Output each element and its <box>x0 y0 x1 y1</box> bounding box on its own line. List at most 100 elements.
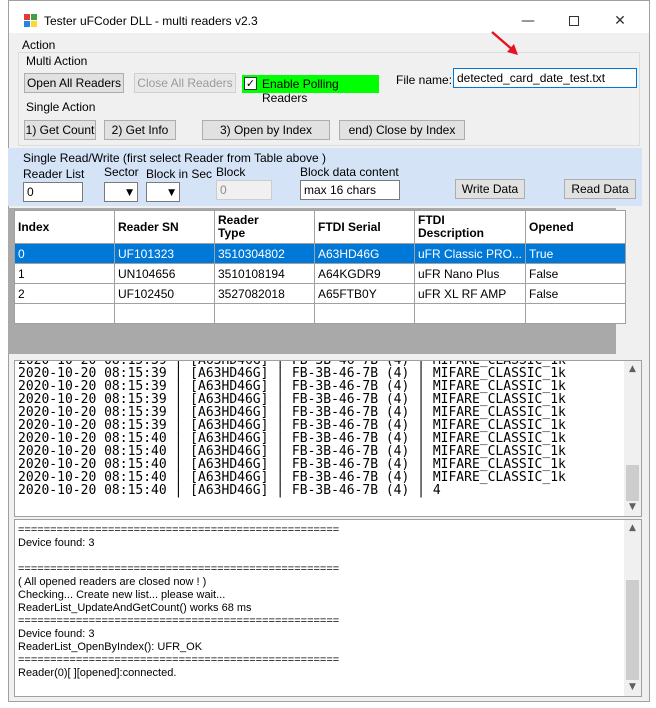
file-name-input[interactable]: detected_card_date_test.txt <box>453 68 637 88</box>
close-all-readers-button[interactable]: Close All Readers <box>134 73 236 93</box>
table-cell[interactable]: 0 <box>14 243 115 264</box>
scroll-thumb[interactable] <box>626 580 639 680</box>
column-header[interactable]: FTDI Description <box>413 210 527 244</box>
table-cell[interactable]: uFR Classic PRO... <box>413 243 527 264</box>
action-group-label: Action <box>22 38 56 52</box>
window-title: Tester uFCoder DLL - multi readers v2.3 <box>44 14 258 28</box>
chevron-down-icon: ▼ <box>168 188 175 198</box>
table-cell[interactable] <box>525 303 627 324</box>
block-input[interactable]: 0 <box>216 180 272 200</box>
table-row[interactable]: 2 UF102450 3527082018 A65FTB0Y uFR XL RF AMP… <box>14 283 627 304</box>
log-line: ( All opened readers are closed now ! ) <box>18 576 207 588</box>
column-header-label: Opened <box>529 219 574 234</box>
column-header[interactable]: Reader SN <box>114 210 215 244</box>
block-in-sec-select[interactable]: ▼ <box>146 182 180 202</box>
table-cell[interactable] <box>314 303 415 324</box>
reader-list-input[interactable]: 0 <box>23 182 83 202</box>
maximize-button[interactable] <box>551 9 597 33</box>
scroll-up-icon[interactable]: ▲ <box>624 520 641 537</box>
table-row[interactable] <box>14 303 627 324</box>
column-header-label: FTDI Serial <box>318 219 381 234</box>
maximize-icon <box>569 16 579 26</box>
column-header-label: Reader SN <box>118 219 179 234</box>
table-cell[interactable]: False <box>525 263 627 284</box>
red-arrow-icon <box>491 31 518 55</box>
read-write-title: Single Read/Write (first select Reader f… <box>23 151 327 165</box>
enable-polling-checkbox[interactable]: ✓ Enable Polling Readers <box>242 75 379 105</box>
log-line: 2020-10-20 08:15:40 | [A63HD46G] | FB-3B… <box>18 483 441 498</box>
checkbox-check-icon: ✓ <box>244 77 257 90</box>
column-header[interactable]: Index <box>14 210 115 244</box>
log-line: ReaderList_UpdateAndGetCount() works 68 … <box>18 602 252 614</box>
block-data-input[interactable]: max 16 chars <box>300 180 400 200</box>
sector-label: Sector <box>104 165 139 179</box>
table-cell[interactable]: A63HD46G <box>314 243 415 264</box>
enable-polling-label: Enable Polling Readers <box>262 77 339 105</box>
log-line: ========================================… <box>18 654 340 666</box>
table-cell[interactable]: uFR Nano Plus <box>413 263 527 284</box>
table-cell[interactable]: uFR XL RF AMP <box>413 283 527 304</box>
file-name-label: File name: <box>396 73 453 87</box>
column-header[interactable]: Opened <box>525 210 627 244</box>
block-label: Block <box>216 165 246 179</box>
sector-select[interactable]: ▼ <box>104 182 138 202</box>
log-line: Device found: 3 <box>18 628 95 640</box>
readers-table: Index Reader SN Reader Type FTDI Serial FTDI D… <box>14 210 627 324</box>
log-line: ========================================… <box>18 524 340 536</box>
app-icon <box>24 14 38 28</box>
scroll-down-icon[interactable]: ▼ <box>624 679 641 696</box>
log-line: ========================================… <box>18 615 340 627</box>
open-all-readers-button[interactable]: Open All Readers <box>24 73 124 93</box>
scroll-thumb[interactable] <box>626 465 639 501</box>
table-cell[interactable]: UN104656 <box>114 263 215 284</box>
get-info-button[interactable]: 2) Get Info <box>104 120 176 140</box>
table-cell[interactable]: A65FTB0Y <box>314 283 415 304</box>
table-cell[interactable]: 2 <box>14 283 115 304</box>
table-cell[interactable] <box>14 303 115 324</box>
write-data-button[interactable]: Write Data <box>455 179 525 199</box>
multi-action-label: Multi Action <box>26 54 88 68</box>
get-count-button[interactable]: 1) Get Count <box>24 120 96 140</box>
table-cell[interactable]: 1 <box>14 263 115 284</box>
table-cell[interactable]: True <box>525 243 627 264</box>
log-line: Device found: 3 <box>18 537 95 549</box>
table-cell[interactable] <box>214 303 315 324</box>
scroll-down-icon[interactable]: ▼ <box>624 499 641 516</box>
scan-log-scrollbar[interactable]: ▲ ▼ <box>624 361 641 516</box>
table-cell[interactable]: 3510108194 <box>214 263 315 284</box>
scan-log-text: 2020-10-20 08:15:39 | [A63HD46G] | FB-3B… <box>18 361 566 498</box>
block-in-sec-label: Block in Sec <box>146 167 213 181</box>
table-row[interactable]: 1 UN104656 3510108194 A64KGDR9 uFR Nano Plus… <box>14 263 627 284</box>
open-by-index-button[interactable]: 3) Open by Index <box>202 120 330 140</box>
close-by-index-button[interactable]: end) Close by Index <box>339 120 465 140</box>
status-log-box[interactable]: ========================================… <box>14 519 642 697</box>
close-button[interactable]: ✕ <box>597 9 643 33</box>
table-cell[interactable]: UF101323 <box>114 243 215 264</box>
table-cell[interactable]: False <box>525 283 627 304</box>
single-action-label: Single Action <box>26 100 96 114</box>
table-cell[interactable]: UF102450 <box>114 283 215 304</box>
column-header[interactable]: FTDI Serial <box>314 210 415 244</box>
log-line: ReaderList_OpenByIndex(): UFR_OK <box>18 641 203 653</box>
table-cell[interactable]: 3527082018 <box>214 283 315 304</box>
table-cell[interactable]: 3510304802 <box>214 243 315 264</box>
column-header-label: Reader <box>218 213 259 227</box>
scan-log-box[interactable]: 2020-10-20 08:15:39 | [A63HD46G] | FB-3B… <box>14 360 642 517</box>
status-log-scrollbar[interactable]: ▲ ▼ <box>624 520 641 696</box>
table-cell[interactable] <box>114 303 215 324</box>
read-data-button[interactable]: Read Data <box>564 179 636 199</box>
column-header-label: Type <box>218 226 246 240</box>
title-bar: Tester uFCoder DLL - multi readers v2.3 … <box>9 1 649 33</box>
table-row[interactable]: 0 UF101323 3510304802 A63HD46G uFR Classic P… <box>14 243 627 264</box>
table-cell[interactable]: A64KGDR9 <box>314 263 415 284</box>
table-cell[interactable] <box>413 303 527 324</box>
reader-list-label: Reader List <box>23 167 85 181</box>
column-header-label: FTDI <box>418 213 445 227</box>
column-header-label: Index <box>18 219 50 234</box>
column-header[interactable]: Reader Type <box>214 210 315 244</box>
log-line: Checking... Create new list... please wa… <box>18 589 226 601</box>
scroll-up-icon[interactable]: ▲ <box>624 361 641 378</box>
log-line: Reader(0)[ ][opened]:connected. <box>18 667 177 679</box>
log-line: ========================================… <box>18 563 340 575</box>
